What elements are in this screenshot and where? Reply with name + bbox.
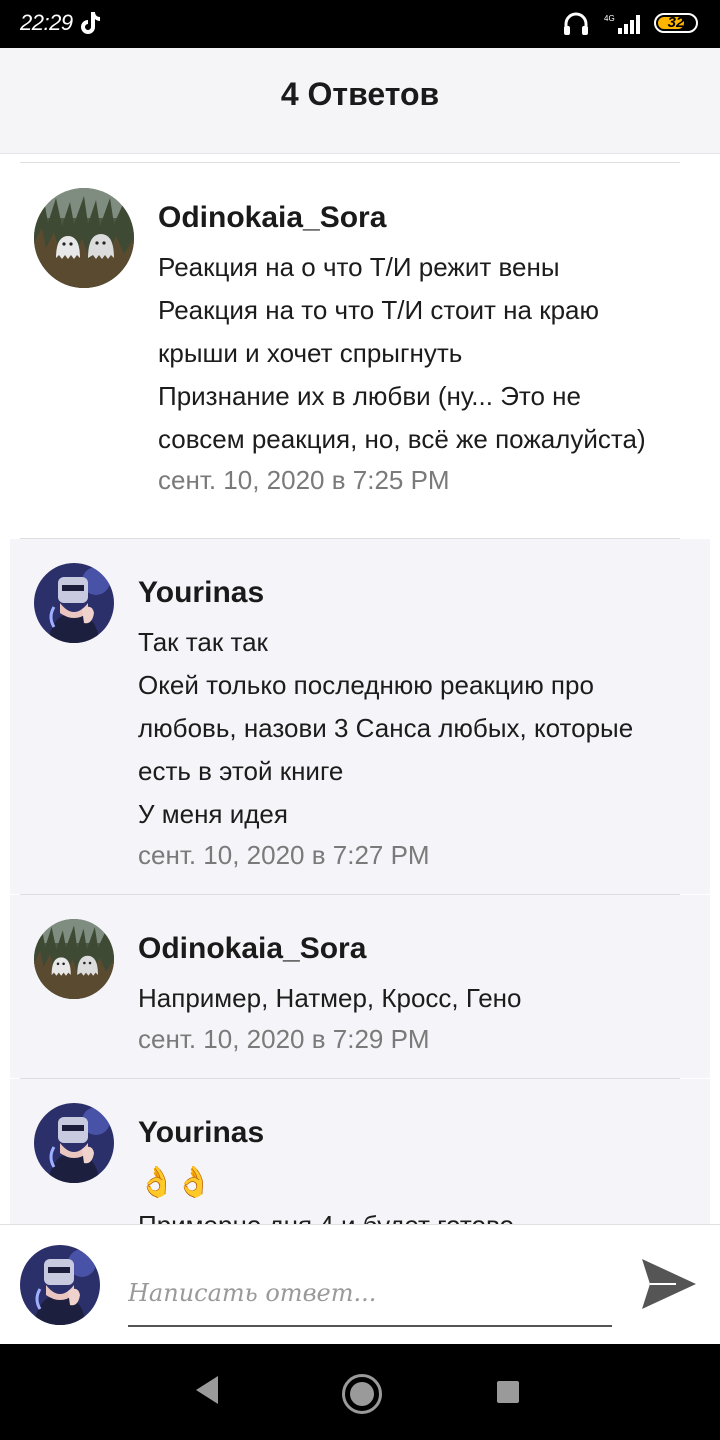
reply-item: Yourinas Так так так Окей только последн…: [10, 539, 710, 894]
reply-line: любовь, назови 3 Санса любых, которые: [138, 713, 634, 743]
back-icon[interactable]: [192, 1374, 222, 1406]
replies-list[interactable]: Odinokaia_Sora Реакция на о что Т/И режи…: [0, 154, 720, 1224]
anime-avatar-icon: [20, 1245, 100, 1325]
status-bar: 22:29 4G 32: [0, 0, 720, 48]
reply-text: Реакция на о что Т/И режит вены Реакция …: [158, 246, 646, 499]
reply-line: Реакция на о что Т/И режит вены: [158, 252, 560, 282]
system-nav-bar: [0, 1344, 720, 1440]
reply-line: Примерно дня 4 и будет готово: [138, 1204, 514, 1224]
network-type: 4G: [604, 14, 615, 23]
reply-line: Так так так: [138, 627, 268, 657]
reply-line: 👌👌: [138, 1166, 213, 1199]
avatar[interactable]: [34, 188, 134, 288]
reply-line: Например, Натмер, Кросс, Гено: [138, 983, 522, 1013]
reply-text: 👌👌 Примерно дня 4 и будет готово: [138, 1161, 514, 1224]
headphones-icon: [564, 12, 588, 35]
anime-avatar-icon: [34, 1103, 114, 1183]
anime-avatar-icon: [34, 563, 114, 643]
reply-username[interactable]: Odinokaia_Sora: [158, 201, 386, 235]
reply-line: совсем реакция, но, всё же пожалуйста): [158, 424, 646, 454]
reply-input[interactable]: [128, 1261, 612, 1327]
signal-icon: 4G: [604, 14, 640, 34]
reply-item: Yourinas 👌👌 Примерно дня 4 и будет готов…: [10, 1079, 710, 1224]
reply-username[interactable]: Yourinas: [138, 1116, 264, 1150]
home-icon[interactable]: [342, 1374, 382, 1414]
divider: [20, 162, 680, 163]
tiktok-icon: [81, 12, 100, 34]
reply-line: есть в этой книге: [138, 756, 344, 786]
battery-icon: 32: [654, 13, 698, 33]
ghosts-avatar-icon: [34, 188, 134, 288]
reply-text: Так так так Окей только последнюю реакци…: [138, 621, 633, 874]
reply-line: Реакция на то что Т/И стоит на краю: [158, 295, 599, 325]
reply-line: крыши и хочет спрыгнуть: [158, 338, 463, 368]
reply-item: Odinokaia_Sora Реакция на о что Т/И режи…: [10, 164, 710, 538]
reply-text: Например, Натмер, Кросс, Гено сент. 10, …: [138, 977, 522, 1058]
avatar[interactable]: [34, 919, 114, 999]
ghosts-avatar-icon: [34, 919, 114, 999]
page-title: 4 Ответов: [280, 76, 440, 112]
reply-item: Odinokaia_Sora Например, Натмер, Кросс, …: [10, 895, 710, 1078]
app-header: 4 Ответов: [0, 48, 720, 154]
avatar[interactable]: [34, 563, 114, 643]
current-user-avatar: [20, 1245, 100, 1325]
recent-apps-icon[interactable]: [497, 1381, 519, 1403]
reply-timestamp: сент. 10, 2020 в 7:29 PM: [138, 1024, 430, 1054]
reply-username[interactable]: Yourinas: [138, 576, 264, 610]
reply-line: Признание их в любви (ну... Это не: [158, 381, 581, 411]
send-icon[interactable]: [640, 1257, 698, 1311]
status-time: 22:29: [20, 10, 73, 35]
reply-line: Окей только последнюю реакцию про: [138, 670, 594, 700]
reply-username[interactable]: Odinokaia_Sora: [138, 932, 366, 966]
reply-timestamp: сент. 10, 2020 в 7:27 PM: [138, 840, 430, 870]
avatar[interactable]: [34, 1103, 114, 1183]
battery-level: 32: [667, 14, 685, 31]
reply-line: У меня идея: [138, 799, 288, 829]
reply-timestamp: сент. 10, 2020 в 7:25 PM: [158, 465, 450, 495]
reply-composer: [0, 1224, 720, 1345]
